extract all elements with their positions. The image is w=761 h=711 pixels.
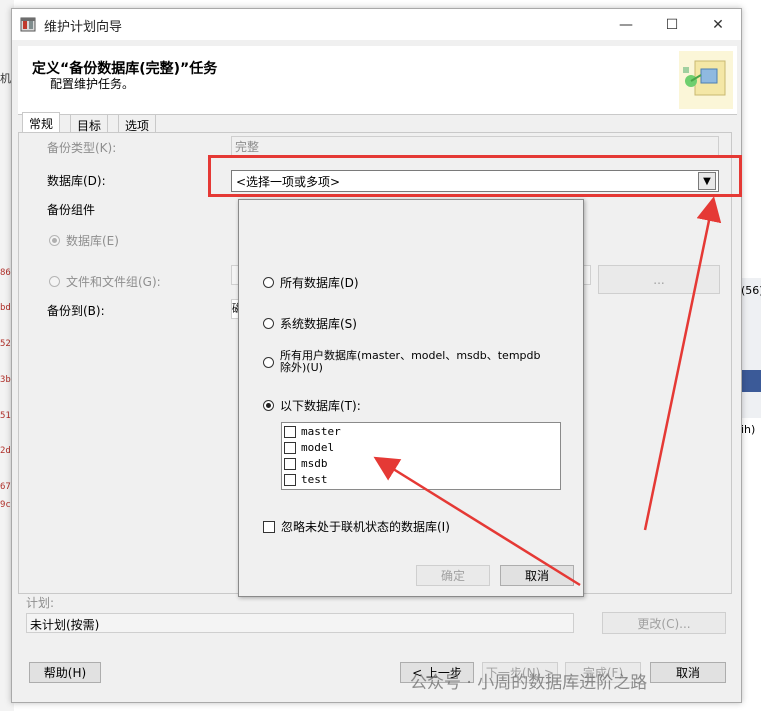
- list-item[interactable]: model: [284, 441, 334, 454]
- background-text: (56): [741, 284, 761, 297]
- background-text: 51: [0, 411, 11, 421]
- option-user-label: 所有用户数据库(master、model、msdb、tempdb 除外)(U): [280, 349, 541, 374]
- help-button[interactable]: 帮助(H): [29, 662, 101, 683]
- background-text: ih): [741, 423, 756, 436]
- ok-button: 确定: [416, 565, 490, 586]
- tab-options[interactable]: 选项: [118, 114, 157, 133]
- radio-button: [49, 235, 60, 246]
- background-text: 67: [0, 482, 11, 492]
- schedule-label: 计划:: [26, 596, 55, 610]
- minimize-button[interactable]: —: [603, 9, 649, 40]
- backup-component-label: 备份组件: [47, 203, 96, 217]
- maintenance-plan-wizard-window: 维护计划向导 — ☐ ✕ 定义“备份数据库(完整)”任务 配置维护任务。 常规 …: [11, 8, 742, 703]
- browse-button: ...: [598, 265, 720, 294]
- change-schedule-button: 更改(C)...: [602, 612, 726, 634]
- tab-general[interactable]: 常规: [22, 112, 61, 133]
- backup-type-label: 备份类型(K):: [47, 141, 117, 155]
- ignore-offline-option[interactable]: 忽略未处于联机状态的数据库(I): [263, 518, 450, 535]
- ignore-offline-label: 忽略未处于联机状态的数据库(I): [281, 520, 450, 534]
- radio-button[interactable]: [263, 318, 274, 329]
- background-text: 9c: [0, 500, 11, 510]
- database-name: model: [301, 441, 335, 454]
- option-these-databases[interactable]: 以下数据库(T):: [263, 397, 361, 414]
- wizard-header: 定义“备份数据库(完整)”任务 配置维护任务。: [18, 46, 737, 115]
- backup-type-select: 完整: [231, 136, 719, 156]
- background-text: 86: [0, 268, 11, 278]
- database-label: 数据库(D):: [47, 174, 106, 188]
- page-subtitle: 配置维护任务。: [50, 77, 135, 91]
- backup-type-value: 完整: [235, 140, 260, 154]
- checkbox[interactable]: [284, 457, 296, 470]
- wizard-app-icon: [20, 17, 36, 32]
- list-item[interactable]: msdb: [284, 457, 328, 470]
- database-name: test: [301, 473, 328, 486]
- checkbox[interactable]: [263, 520, 275, 533]
- option-system-databases[interactable]: 系统数据库(S): [263, 315, 357, 332]
- tab-destination[interactable]: 目标: [70, 114, 109, 133]
- watermark-text: 公众号 · 小周的数据库进阶之路: [410, 673, 648, 693]
- radio-files-option: 文件和文件组(G):: [49, 273, 161, 290]
- background-text: 2d: [0, 446, 11, 456]
- background-text: 机: [0, 72, 11, 85]
- maximize-button[interactable]: ☐: [649, 9, 695, 40]
- radio-database-label: 数据库(E): [66, 234, 119, 248]
- database-name: master: [301, 425, 341, 438]
- option-user-databases[interactable]: 所有用户数据库(master、model、msdb、tempdb 除外)(U): [263, 350, 552, 374]
- radio-button[interactable]: [263, 277, 274, 288]
- option-these-label: 以下数据库(T):: [280, 399, 361, 413]
- background-text: bd: [0, 303, 11, 313]
- background-text: 3b: [0, 375, 11, 385]
- checkbox[interactable]: [284, 441, 296, 454]
- database-checklist[interactable]: master model msdb test: [281, 422, 561, 490]
- window-title: 维护计划向导: [44, 20, 123, 35]
- radio-button[interactable]: [263, 357, 274, 368]
- database-name: msdb: [301, 457, 328, 470]
- title-bar: 维护计划向导 — ☐ ✕: [12, 9, 741, 40]
- schedule-field: 未计划(按需): [26, 613, 574, 633]
- radio-files-label: 文件和文件组(G):: [66, 275, 161, 289]
- backup-to-label: 备份到(B):: [47, 304, 105, 318]
- list-item[interactable]: test: [284, 473, 328, 486]
- checkbox[interactable]: [284, 425, 296, 438]
- maintenance-task-icon: [679, 51, 733, 109]
- radio-button-selected[interactable]: [263, 400, 274, 411]
- option-all-databases[interactable]: 所有数据库(D): [263, 274, 359, 291]
- annotation-highlight-box: [208, 155, 742, 197]
- popup-cancel-button[interactable]: 取消: [500, 565, 574, 586]
- checkbox[interactable]: [284, 473, 296, 486]
- cancel-button[interactable]: 取消: [650, 662, 726, 683]
- radio-button: [49, 276, 60, 287]
- option-system-label: 系统数据库(S): [280, 317, 357, 331]
- radio-database-option: 数据库(E): [49, 232, 119, 249]
- background-panel-accent: [740, 370, 761, 392]
- option-all-label: 所有数据库(D): [280, 276, 359, 290]
- list-item[interactable]: master: [284, 425, 341, 438]
- database-selection-popup: 所有数据库(D) 系统数据库(S) 所有用户数据库(master、model、m…: [238, 199, 584, 597]
- close-button[interactable]: ✕: [695, 9, 741, 40]
- background-text: 52: [0, 339, 11, 349]
